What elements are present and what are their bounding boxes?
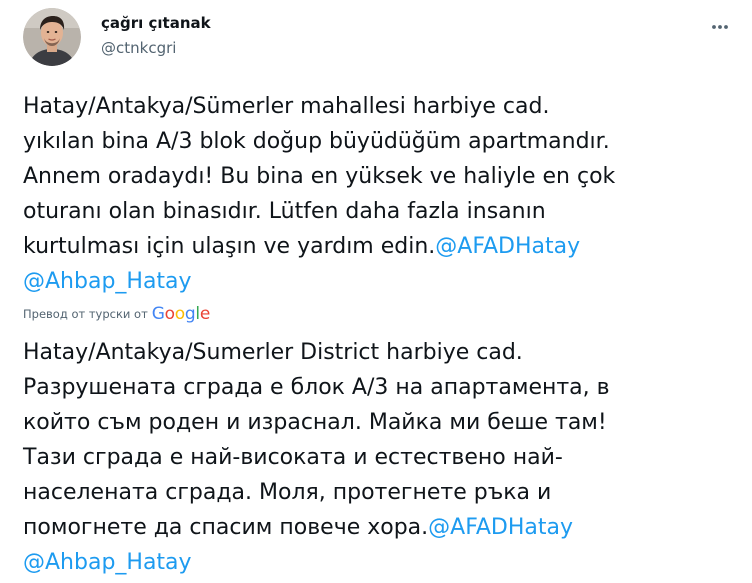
tweet-line-text: kurtulması için ulaşın ve yardım edin.	[23, 234, 436, 259]
user-handle[interactable]: @ctnkcgri	[101, 38, 211, 58]
tweet-line-text: Annem oradaydı! Bu bina en yüksek ve hal…	[23, 164, 616, 189]
translated-line: помогнете да спасим повече хора.@AFADHat…	[23, 510, 733, 545]
mention-link-afadhatay[interactable]: @AFADHatay	[435, 234, 580, 259]
translated-line: населената сграда. Моля, протегнете ръка…	[23, 475, 733, 510]
translated-line-text: Разрушената сграда е блок А/3 на апартам…	[23, 375, 610, 400]
google-logo-letter: o	[174, 304, 185, 324]
translated-line-text: помогнете да спасим повече хора.	[23, 515, 429, 540]
translation-label[interactable]: Превод от турски от	[23, 307, 148, 321]
translated-line-text: който съм роден и израснал. Майка ми беш…	[23, 410, 607, 435]
translated-text: Hatay/Antakya/Sumerler District harbiye …	[23, 335, 733, 580]
google-logo-letter: G	[151, 304, 165, 324]
translated-line-text: Тази сграда е най-високата и естествено …	[23, 445, 563, 470]
more-button[interactable]	[707, 14, 733, 40]
tweet-line: yıkılan bina A/3 blok doğup büyüdüğüm ap…	[23, 124, 733, 159]
translated-line: Hatay/Antakya/Sumerler District harbiye …	[23, 335, 733, 370]
mention-link-afadhatay[interactable]: @AFADHatay	[428, 515, 573, 540]
tweet-line-text: yıkılan bina A/3 blok doğup büyüdüğüm ap…	[23, 129, 610, 154]
translation-attribution: Превод от турски от Google	[23, 302, 210, 326]
translated-line-text: населената сграда. Моля, протегнете ръка…	[23, 480, 552, 505]
tweet-line: kurtulması için ulaşın ve yardım edin.@A…	[23, 229, 733, 264]
google-logo-letter: g	[184, 304, 196, 324]
tweet-header: çağrı çıtanak @ctnkcgri	[23, 8, 733, 68]
translated-line: @Ahbap_Hatay	[23, 545, 733, 580]
tweet-line: Annem oradaydı! Bu bina en yüksek ve hal…	[23, 159, 733, 194]
translated-line: Разрушената сграда е блок А/3 на апартам…	[23, 370, 733, 405]
translated-line: който съм роден и израснал. Майка ми беш…	[23, 405, 733, 440]
tweet-line: oturanı olan binasıdır. Lütfen daha fazl…	[23, 194, 733, 229]
more-horizontal-icon	[712, 25, 728, 29]
mention-link-ahbap-hatay[interactable]: @Ahbap_Hatay	[23, 269, 192, 294]
display-name[interactable]: çağrı çıtanak	[101, 13, 211, 33]
translated-line-text: Hatay/Antakya/Sumerler District harbiye …	[23, 340, 523, 365]
tweet-line: Hatay/Antakya/Sümerler mahallesi harbiye…	[23, 89, 733, 124]
translated-line: Тази сграда е най-високата и естествено …	[23, 440, 733, 475]
tweet-text: Hatay/Antakya/Sümerler mahallesi harbiye…	[23, 89, 733, 299]
google-logo-letter: o	[164, 304, 175, 324]
tweet-line-text: oturanı olan binasıdır. Lütfen daha fazl…	[23, 199, 546, 224]
mention-link-ahbap-hatay[interactable]: @Ahbap_Hatay	[23, 550, 192, 575]
tweet-line-text: Hatay/Antakya/Sümerler mahallesi harbiye…	[23, 94, 550, 119]
google-logo-letter: e	[199, 304, 210, 324]
google-logo[interactable]: Google	[151, 304, 211, 324]
tweet-line: @Ahbap_Hatay	[23, 264, 733, 299]
user-names: çağrı çıtanak @ctnkcgri	[101, 13, 211, 58]
avatar[interactable]	[23, 8, 81, 66]
